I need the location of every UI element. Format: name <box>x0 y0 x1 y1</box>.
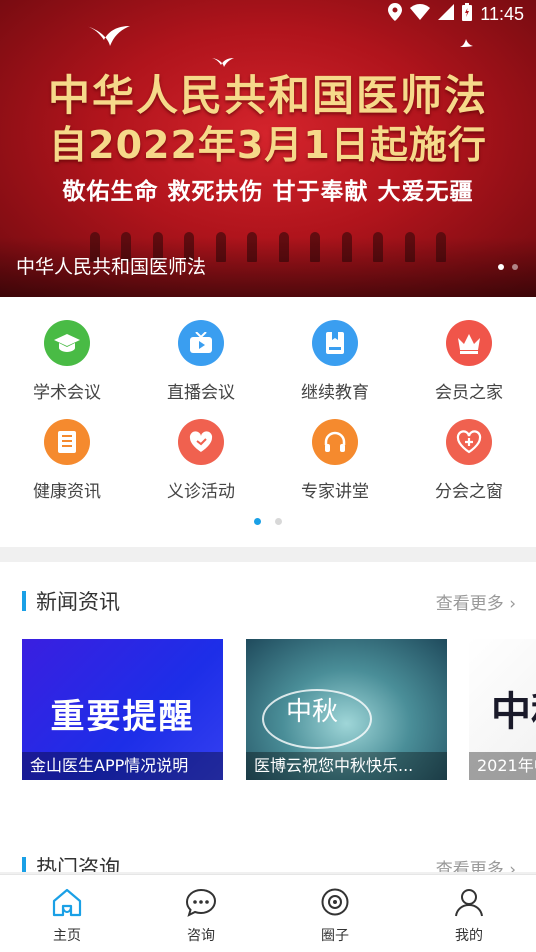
hot-header: 热门咨询 查看更多 › <box>22 852 516 872</box>
plus-heart-icon <box>446 419 492 465</box>
menu-page-dot[interactable] <box>254 518 261 525</box>
news-card[interactable]: 中秋 医博云祝您中秋快乐... <box>246 639 447 780</box>
menu-label: 继续教育 <box>301 383 369 403</box>
crown-icon <box>446 320 492 366</box>
wifi-icon <box>410 4 431 24</box>
news-card-caption: 2021年中秋 <box>469 752 536 780</box>
menu-label: 健康资讯 <box>33 482 101 502</box>
headphones-icon <box>312 419 358 465</box>
nav-label: 咨询 <box>187 928 215 944</box>
nav-item-home[interactable]: 主页 <box>0 875 134 952</box>
menu-item-live-conference[interactable]: 直播会议 <box>134 320 268 403</box>
nav-label: 圈子 <box>321 928 349 944</box>
menu-pagination <box>0 518 536 525</box>
news-card-image-text: 中秋 <box>491 688 536 735</box>
menu-label: 学术会议 <box>33 383 101 403</box>
menu-item-expert-lecture[interactable]: 专家讲堂 <box>268 419 402 502</box>
menu-label: 专家讲堂 <box>301 482 369 502</box>
newspaper-icon <box>44 419 90 465</box>
dove-icon <box>458 22 474 57</box>
menu-item-free-clinic[interactable]: 义诊活动 <box>134 419 268 502</box>
news-card-caption: 医博云祝您中秋快乐... <box>246 752 447 780</box>
dove-icon <box>84 20 132 58</box>
circle-icon <box>318 885 352 919</box>
nav-label: 主页 <box>53 928 81 944</box>
hot-title: 热门咨询 <box>36 856 120 872</box>
menu-item-academic-conference[interactable]: 学术会议 <box>0 320 134 403</box>
user-icon <box>452 885 486 919</box>
news-section: 新闻资讯 查看更多 › 重要提醒 金山医生APP情况说明 中秋 医博云祝您中秋快… <box>0 562 536 872</box>
news-card[interactable]: 重要提醒 金山医生APP情况说明 <box>22 639 223 780</box>
banner-slogan: 敬佑生命 救死扶伤 甘于奉献 大爱无疆 <box>62 179 474 205</box>
menu-item-member-home[interactable]: 会员之家 <box>402 320 536 403</box>
nav-label: 我的 <box>455 928 483 944</box>
status-time: 11:45 <box>480 3 524 24</box>
news-card-caption: 金山医生APP情况说明 <box>22 752 223 780</box>
chat-icon <box>184 885 218 919</box>
bottom-nav: 主页 咨询 圈子 我的 <box>0 874 536 952</box>
banner-dot[interactable] <box>498 264 504 270</box>
hero-banner[interactable]: 11:45 中华人民共和国医师法 自2022年3月1日起施行 敬佑生命 救死扶伤… <box>0 0 536 297</box>
news-card-image-text: 重要提醒 <box>50 697 195 737</box>
menu-label: 会员之家 <box>435 383 503 403</box>
home-icon <box>50 885 84 919</box>
news-more-link[interactable]: 查看更多 › <box>436 589 516 614</box>
news-card-image-text: 中秋 <box>286 697 339 727</box>
hot-more-link[interactable]: 查看更多 › <box>436 855 516 873</box>
nav-item-mine[interactable]: 我的 <box>402 875 536 952</box>
section-accent-bar <box>22 857 26 872</box>
banner-subtitle: 自2022年3月1日起施行 <box>49 123 487 167</box>
chevron-right-icon: › <box>509 593 516 614</box>
news-card[interactable]: 中秋 2021年中秋 <box>469 639 536 780</box>
chevron-right-icon: › <box>509 859 516 873</box>
menu-label: 直播会议 <box>167 383 235 403</box>
menu-label: 义诊活动 <box>167 482 235 502</box>
news-title: 新闻资讯 <box>36 590 120 614</box>
book-icon <box>312 320 358 366</box>
nav-item-circle[interactable]: 圈子 <box>268 875 402 952</box>
banner-dot[interactable] <box>512 264 518 270</box>
nav-item-consult[interactable]: 咨询 <box>134 875 268 952</box>
signal-icon <box>438 4 455 24</box>
menu-label: 分会之窗 <box>435 482 503 502</box>
banner-pagination <box>498 264 518 270</box>
news-header: 新闻资讯 查看更多 › <box>22 586 516 616</box>
heart-hand-icon <box>178 419 224 465</box>
banner-caption: 中华人民共和国医师法 <box>16 256 207 278</box>
tv-icon <box>178 320 224 366</box>
menu-page-dot[interactable] <box>275 518 282 525</box>
location-icon <box>388 3 403 25</box>
menu-item-continuing-education[interactable]: 继续教育 <box>268 320 402 403</box>
menu-item-health-news[interactable]: 健康资讯 <box>0 419 134 502</box>
menu-item-branch-window[interactable]: 分会之窗 <box>402 419 536 502</box>
status-bar: 11:45 <box>0 0 536 28</box>
section-accent-bar <box>22 591 26 611</box>
graduation-cap-icon <box>44 320 90 366</box>
feature-menu: 学术会议 直播会议 继续教育 会员之家 健康资讯 义诊活动 专家讲堂 分会之窗 <box>0 297 536 547</box>
